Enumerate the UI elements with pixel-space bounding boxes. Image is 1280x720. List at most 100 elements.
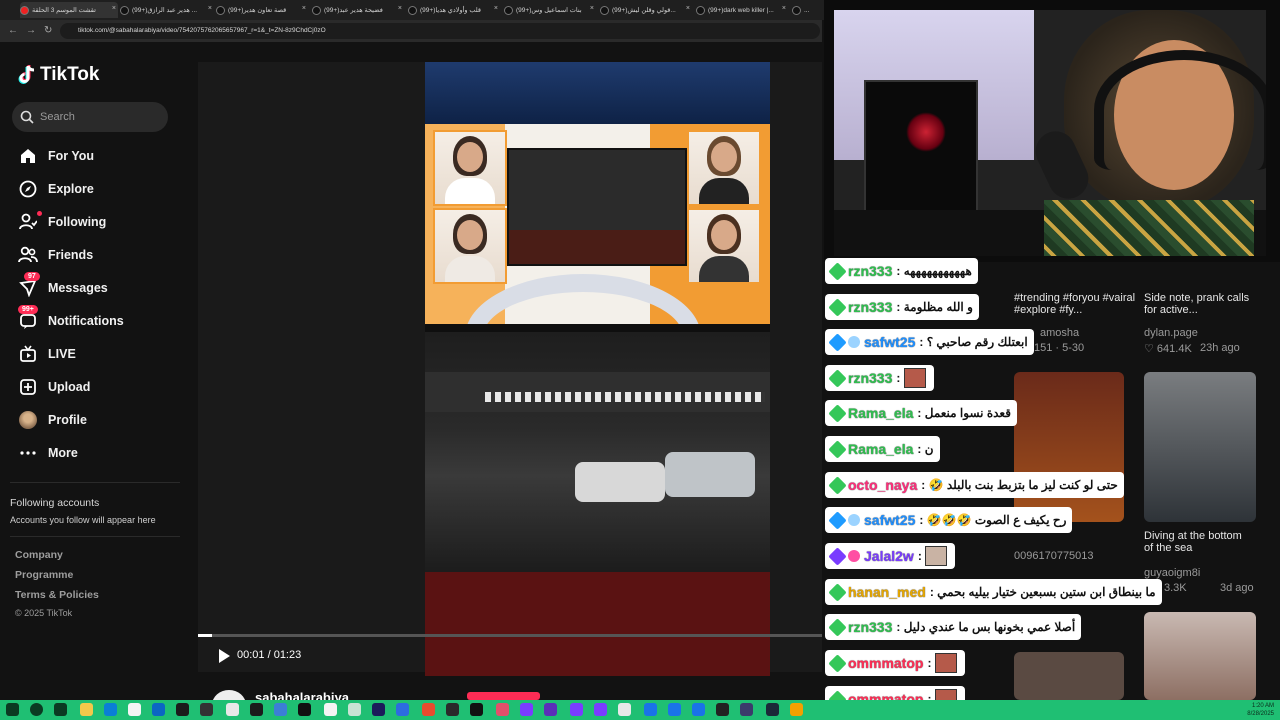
following-icon [16, 211, 42, 232]
footer-link-company[interactable]: Company [15, 549, 63, 561]
steam-icon[interactable] [766, 703, 779, 716]
nav-upload[interactable]: Upload [16, 374, 186, 400]
close-icon[interactable]: × [208, 5, 212, 12]
app-icon[interactable] [200, 703, 213, 716]
cctv-footage-image [425, 332, 770, 572]
browser-tab[interactable]: (99+)بنات اسماعيل وس × [504, 2, 596, 18]
tiktok-icon [696, 5, 705, 15]
edge-icon[interactable] [104, 703, 117, 716]
follow-button[interactable] [467, 692, 540, 700]
app-icon[interactable] [298, 703, 311, 716]
app-icon[interactable] [348, 703, 361, 716]
feed-card-title[interactable]: Side note, prank calls for active... [1144, 292, 1254, 316]
search-icon[interactable] [30, 703, 43, 716]
nav-friends[interactable]: Friends [16, 242, 186, 268]
divider [10, 536, 180, 537]
chat-message: rzn333: [825, 365, 934, 391]
forward-icon[interactable]: → [26, 25, 36, 36]
browser-tab[interactable]: تقشت الموسم 3 الحلقة × [20, 2, 118, 18]
feed-card-author[interactable]: guyaoigm8i [1144, 567, 1200, 579]
feed-thumbnail[interactable] [1144, 612, 1256, 700]
nav-for-you[interactable]: For You [16, 143, 186, 169]
app-icon[interactable] [274, 703, 287, 716]
chat-message: Jalal2w: [825, 543, 956, 569]
browser-tab[interactable]: (99+)هدير عبد الرازق ... × [120, 2, 214, 18]
video-progress-bar[interactable] [198, 634, 822, 637]
feed-card-title[interactable]: Diving at the bottom of the sea [1144, 530, 1254, 554]
app-icon[interactable] [570, 703, 583, 716]
footer-link-terms[interactable]: Terms & Policies [15, 589, 99, 601]
app-icon[interactable] [422, 703, 435, 716]
browser-tab[interactable]: ... [792, 2, 822, 18]
close-icon[interactable]: × [590, 5, 594, 12]
app-icon[interactable] [250, 703, 263, 716]
nav-live[interactable]: LIVE [16, 341, 186, 367]
video-player[interactable]: 00:01 / 01:23 [198, 62, 822, 676]
profile-avatar [19, 411, 37, 429]
chrome-icon[interactable] [692, 703, 705, 716]
search-input[interactable]: Search [12, 102, 168, 132]
app-icon[interactable] [790, 703, 803, 716]
close-icon[interactable]: × [782, 5, 786, 12]
footer-link-programme[interactable]: Programme [15, 569, 73, 581]
tiktok-icon [408, 5, 417, 15]
tiktok-taskbar-icon[interactable] [470, 703, 483, 716]
feed-thumbnail[interactable] [1144, 372, 1256, 522]
settings-icon[interactable] [618, 703, 631, 716]
app-icon[interactable] [496, 703, 509, 716]
app-icon[interactable] [324, 703, 337, 716]
url-field[interactable]: tiktok.com/@sabahalarabiya/video/7542075… [60, 23, 820, 39]
nav-messages[interactable]: 97 Messages [16, 272, 186, 301]
chat-message: Rama_ela: ن [825, 436, 940, 462]
app-icon[interactable] [740, 703, 753, 716]
green-gem-icon [828, 582, 847, 602]
app-icon[interactable] [594, 703, 607, 716]
play-icon[interactable] [216, 648, 232, 664]
browser-tab[interactable]: (99+)فضيحة هدير عبد × [312, 2, 404, 18]
browser-tab[interactable]: (99+)قولي وقلن ليش... × [600, 2, 692, 18]
tiktok-icon [504, 5, 513, 15]
file-explorer-icon[interactable] [80, 703, 93, 716]
nav-more[interactable]: More [16, 440, 186, 466]
reload-icon[interactable]: ↻ [44, 25, 52, 36]
store-icon[interactable] [128, 703, 141, 716]
taskbar-clock[interactable]: 1:20 AM 8/28/2025 [1247, 702, 1274, 718]
browser-tab[interactable]: (99+)dark web killer |... × [696, 2, 788, 18]
nav-following[interactable]: Following [16, 209, 186, 235]
video-frame[interactable] [425, 62, 770, 676]
close-icon[interactable]: × [494, 5, 498, 12]
copyright: © 2025 TikTok [15, 608, 73, 618]
browser-tab[interactable]: (99+)قصة تعاون هدير × [216, 2, 308, 18]
app-icon[interactable] [396, 703, 409, 716]
chat-message: rzn333: و الله مظلومة [825, 294, 979, 320]
chrome-icon[interactable] [644, 703, 657, 716]
app-icon[interactable] [372, 703, 385, 716]
close-icon[interactable]: × [398, 5, 402, 12]
back-icon[interactable]: ← [8, 25, 18, 36]
nav-profile[interactable]: Profile [16, 407, 186, 433]
close-icon[interactable]: × [112, 5, 116, 12]
friends-icon [16, 245, 40, 265]
close-icon[interactable]: × [686, 5, 690, 12]
search-icon [20, 110, 34, 124]
app-icon[interactable] [544, 703, 557, 716]
feed-card-author[interactable]: dylan.page [1144, 327, 1198, 339]
chrome-icon[interactable] [668, 703, 681, 716]
sticker-image [925, 546, 948, 566]
tiktok-logo[interactable]: TikTok [18, 64, 99, 86]
app-icon[interactable] [446, 703, 459, 716]
app-icon[interactable] [176, 703, 189, 716]
app-icon[interactable] [716, 703, 729, 716]
app-icon[interactable] [520, 703, 533, 716]
browser-tab[interactable]: (99+)قلب وأولادي هديا × [408, 2, 500, 18]
outlook-icon[interactable] [152, 703, 165, 716]
green-gem-icon [828, 475, 847, 495]
tiktok-icon [792, 5, 801, 15]
close-icon[interactable]: × [302, 5, 306, 12]
nav-notifications[interactable]: 99+ Notifications [16, 305, 186, 334]
nav-explore[interactable]: Explore [16, 176, 186, 202]
live-chat-overlay: rzn333: هههههههههههه rzn333: و الله مظلو… [825, 258, 1162, 718]
app-icon[interactable] [226, 703, 239, 716]
start-icon[interactable] [6, 703, 19, 716]
task-view-icon[interactable] [54, 703, 67, 716]
